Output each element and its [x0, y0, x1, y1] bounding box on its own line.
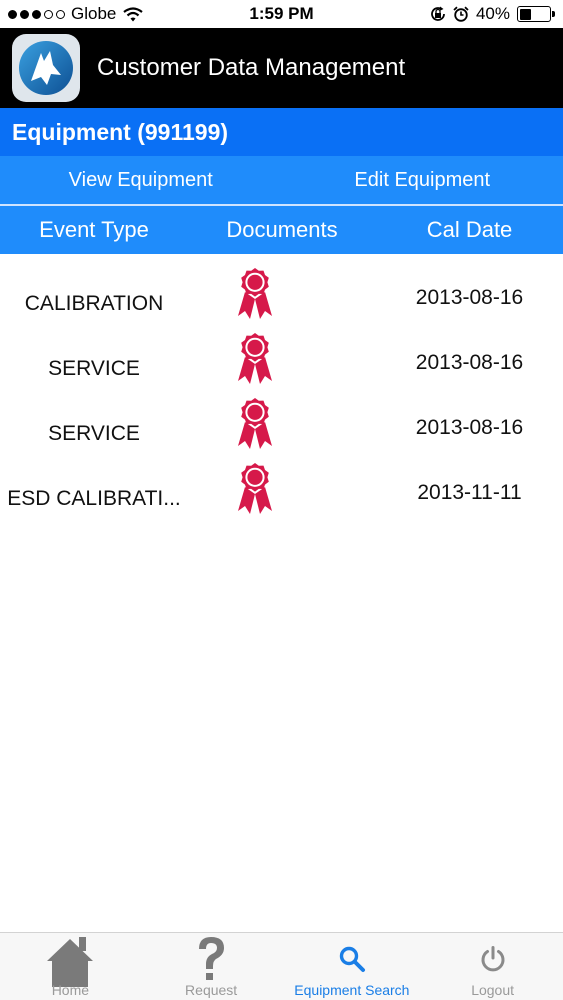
- home-icon: [0, 933, 141, 987]
- award-ribbon-icon: [234, 463, 276, 521]
- tab-label-logout: Logout: [471, 982, 515, 998]
- event-row[interactable]: SERVICE 2013-08-16: [0, 319, 563, 384]
- status-left: Globe: [8, 4, 144, 24]
- document-link[interactable]: [234, 461, 276, 517]
- app-logo: [12, 34, 80, 102]
- equipment-title: Equipment (991199): [12, 118, 229, 145]
- tab-request[interactable]: Request: [141, 933, 282, 1000]
- rotation-lock-icon: [431, 6, 445, 21]
- event-type-cell: ESD CALIBRATI...: [7, 487, 181, 510]
- tab-bar: Home Request Equipment Search Logout: [0, 932, 563, 1000]
- carrier-name: Globe: [71, 4, 117, 23]
- equipment-title-banner: Equipment (991199): [0, 108, 563, 156]
- event-type-cell: SERVICE: [48, 422, 140, 445]
- document-link[interactable]: [234, 331, 276, 387]
- column-header-event-type: Event Type: [39, 217, 149, 242]
- cal-date-cell: 2013-08-16: [415, 286, 524, 309]
- tab-home[interactable]: Home: [0, 933, 141, 1000]
- tab-label-request: Request: [185, 982, 238, 998]
- wolf-logo-icon: [19, 41, 73, 95]
- edit-equipment-button[interactable]: Edit Equipment: [282, 156, 563, 204]
- app-title: Customer Data Management: [97, 54, 406, 81]
- column-header-documents: Documents: [226, 217, 338, 242]
- tab-label-home: Home: [51, 982, 90, 998]
- tab-equipment-search[interactable]: Equipment Search: [282, 933, 423, 1000]
- battery-level-fill: [519, 8, 532, 20]
- event-list: CALIBRATION 2013-08-16 SERVICE 2013-08-16 SE…: [0, 254, 563, 514]
- cal-date-cell: 2013-08-16: [415, 351, 524, 374]
- question-mark-icon: [141, 933, 282, 987]
- battery-icon: [517, 6, 555, 22]
- equipment-action-bar: View Equipment Edit Equipment: [0, 156, 563, 204]
- cal-date-cell: 2013-11-11: [417, 481, 522, 504]
- table-header: Event Type Documents Cal Date: [0, 206, 563, 254]
- event-row[interactable]: SERVICE 2013-08-16: [0, 384, 563, 449]
- battery-percent: 40%: [475, 4, 510, 23]
- tab-logout[interactable]: Logout: [422, 933, 563, 1000]
- document-link[interactable]: [234, 266, 276, 322]
- cal-date-cell: 2013-08-16: [415, 416, 524, 439]
- event-type-cell: CALIBRATION: [24, 292, 164, 315]
- power-icon: [422, 945, 563, 973]
- view-equipment-button[interactable]: View Equipment: [0, 156, 282, 204]
- event-type-cell: SERVICE: [48, 357, 140, 380]
- wifi-icon: [123, 6, 144, 21]
- signal-strength-icon: [8, 9, 65, 19]
- search-icon: [282, 945, 423, 973]
- event-row[interactable]: CALIBRATION 2013-08-16: [0, 254, 563, 319]
- app-screen: Globe 1:59 PM 40% Customer Data Manageme…: [0, 0, 563, 1000]
- app-header: Customer Data Management: [0, 28, 563, 108]
- status-right: 40%: [430, 4, 555, 24]
- status-bar: Globe 1:59 PM 40%: [0, 0, 563, 28]
- column-header-cal-date: Cal Date: [426, 217, 513, 242]
- document-link[interactable]: [234, 396, 276, 452]
- event-row[interactable]: ESD CALIBRATI... 2013-11-11: [0, 449, 563, 514]
- tab-label-equipment-search: Equipment Search: [294, 982, 410, 998]
- alarm-clock-icon: [453, 6, 469, 22]
